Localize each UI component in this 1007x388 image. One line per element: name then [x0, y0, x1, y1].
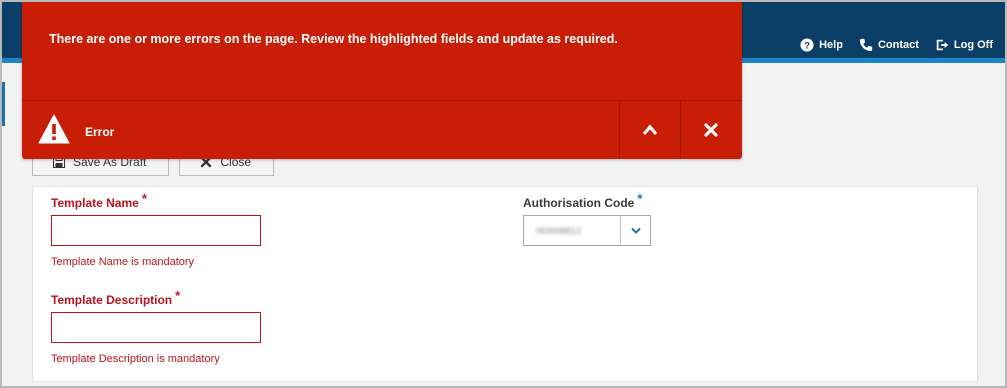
- contact-link[interactable]: Contact: [859, 38, 919, 52]
- error-message: There are one or more errors on the page…: [49, 32, 618, 46]
- form-panel: Template Name * Template Name is mandator…: [32, 186, 978, 382]
- log-off-link[interactable]: Log Off: [935, 38, 993, 52]
- error-label: Error: [85, 125, 115, 139]
- template-description-error: Template Description is mandatory: [51, 353, 220, 365]
- log-off-link-label: Log Off: [953, 39, 993, 51]
- template-description-input[interactable]: [51, 312, 261, 343]
- close-icon: [704, 123, 718, 137]
- collapse-button[interactable]: [619, 101, 680, 159]
- error-footer: Error: [22, 101, 742, 159]
- required-marker: *: [141, 191, 147, 206]
- required-marker: *: [637, 191, 643, 206]
- svg-text:?: ?: [804, 41, 810, 52]
- template-name-input[interactable]: [51, 215, 261, 246]
- authorisation-code-value: 069998812: [536, 225, 582, 236]
- chevron-up-icon: [642, 124, 658, 136]
- authorisation-code-label: Authorisation Code *: [523, 191, 643, 210]
- template-name-label: Template Name *: [51, 191, 147, 210]
- dropdown-toggle[interactable]: [620, 216, 650, 245]
- contact-link-label: Contact: [877, 39, 919, 51]
- authorisation-code-select[interactable]: 069998812: [523, 215, 651, 246]
- required-marker: *: [175, 288, 181, 303]
- error-banner: There are one or more errors on the page…: [22, 2, 742, 159]
- template-name-error: Template Name is mandatory: [51, 256, 195, 268]
- logout-icon: [936, 39, 949, 51]
- chevron-down-icon: [630, 227, 641, 234]
- help-link-label: Help: [819, 39, 843, 51]
- dismiss-button[interactable]: [680, 101, 741, 159]
- left-accent-bar: [2, 82, 5, 126]
- help-link[interactable]: ? Help: [800, 38, 843, 52]
- header-links: ? Help Contact Log Off: [800, 35, 993, 55]
- warning-icon: [38, 114, 70, 144]
- template-description-label: Template Description *: [51, 288, 181, 307]
- phone-icon: [859, 38, 873, 52]
- app-window: ? Help Contact Log Off Save As Draft Clo…: [0, 0, 1007, 388]
- help-icon: ?: [800, 38, 814, 52]
